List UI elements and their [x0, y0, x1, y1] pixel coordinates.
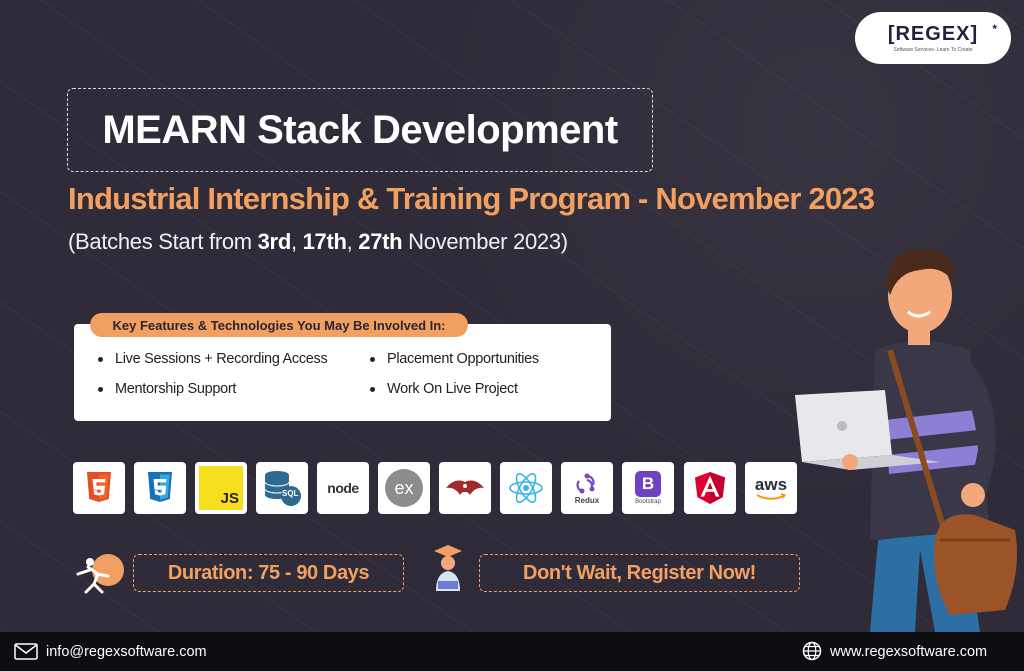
- feature-label: Work On Live Project: [387, 381, 518, 397]
- feature-item: Live Sessions + Recording Access: [98, 351, 328, 367]
- javascript-icon: JS: [195, 462, 247, 514]
- regex-logo[interactable]: [REGEX] * Software Services- Learn To Cr…: [855, 12, 1011, 64]
- feature-item: Mentorship Support: [98, 381, 236, 397]
- page-title: MEARN Stack Development: [102, 107, 618, 152]
- bullet-icon: [370, 356, 375, 362]
- js-label: JS: [199, 466, 243, 510]
- react-icon: [500, 462, 552, 514]
- batch-date-2: 17th: [302, 229, 347, 254]
- graduate-icon: [434, 545, 462, 591]
- bootstrap-letter: B: [635, 471, 661, 497]
- runner-icon: [76, 554, 124, 594]
- nodejs-icon: node: [317, 462, 369, 514]
- program-subtitle: Industrial Internship & Training Program…: [68, 181, 875, 216]
- batch-dates: (Batches Start from 3rd, 17th, 27th Nove…: [68, 229, 568, 255]
- html5-icon: [73, 462, 125, 514]
- css3-icon: [134, 462, 186, 514]
- bullet-icon: [98, 356, 103, 362]
- features-heading: Key Features & Technologies You May Be I…: [90, 313, 468, 337]
- batch-date-3: 27th: [358, 229, 403, 254]
- bootstrap-icon: B Bootstrap: [622, 462, 674, 514]
- globe-icon: [802, 641, 822, 661]
- node-label: node: [327, 480, 359, 496]
- logo-star-icon: *: [992, 22, 997, 36]
- feature-label: Mentorship Support: [115, 381, 237, 397]
- features-card: [74, 324, 611, 421]
- footer-website[interactable]: www.regexsoftware.com: [830, 644, 987, 660]
- feature-item: Work On Live Project: [370, 381, 518, 397]
- footer-email[interactable]: info@regexsoftware.com: [46, 644, 207, 660]
- redux-label: Redux: [574, 495, 600, 505]
- duration-box: Duration: 75 - 90 Days: [133, 554, 404, 592]
- batch-separator: ,: [346, 229, 359, 254]
- sql-icon: SQL: [256, 462, 308, 514]
- express-label: ex: [385, 469, 423, 507]
- batch-date-1: 3rd: [257, 229, 292, 254]
- redux-icon: Redux: [561, 462, 613, 514]
- title-box: MEARN Stack Development: [67, 88, 653, 172]
- batch-separator: ,: [290, 229, 303, 254]
- bootstrap-label: Bootstrap: [635, 499, 661, 505]
- batch-prefix: (Batches Start from: [68, 229, 258, 254]
- aws-label: aws: [754, 474, 788, 494]
- mail-icon: [14, 643, 38, 660]
- batch-suffix: November 2023): [402, 229, 568, 254]
- student-illustration: [795, 249, 1018, 632]
- mongoose-icon: [439, 462, 491, 514]
- logo-tagline: Software Services- Learn To Create: [893, 47, 973, 53]
- bullet-icon: [370, 386, 375, 392]
- sql-label: SQL: [282, 489, 299, 498]
- logo-wordmark: [REGEX]: [887, 23, 979, 45]
- angular-icon: [684, 462, 736, 514]
- feature-label: Placement Opportunities: [387, 351, 539, 367]
- register-now-button[interactable]: Don't Wait, Register Now!: [479, 554, 800, 592]
- feature-label: Live Sessions + Recording Access: [115, 351, 328, 367]
- bullet-icon: [98, 386, 103, 392]
- express-icon: ex: [378, 462, 430, 514]
- feature-item: Placement Opportunities: [370, 351, 539, 367]
